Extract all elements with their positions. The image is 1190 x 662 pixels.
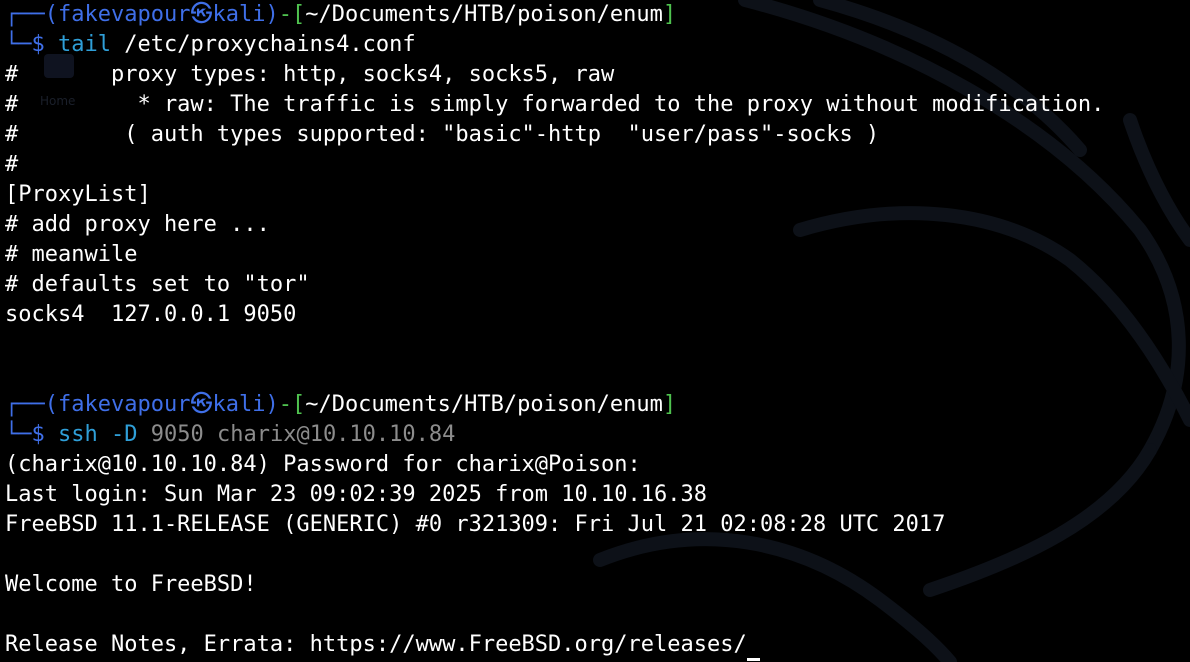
prompt-at-symbol: ㉿ bbox=[190, 2, 213, 27]
prompt-close-paren: ) bbox=[265, 392, 279, 417]
prompt-open-bracket: [ bbox=[291, 392, 306, 417]
prompt-path: ~/Documents/HTB/poison/enum bbox=[305, 392, 663, 417]
output-line: [ProxyList] bbox=[5, 182, 151, 207]
prompt-open-paren: ( bbox=[44, 392, 58, 417]
command-name: tail bbox=[58, 32, 111, 57]
output-line-text: Release Notes, Errata: https://www.FreeB… bbox=[5, 632, 747, 657]
output-line: FreeBSD 11.1-RELEASE (GENERIC) #0 r32130… bbox=[5, 512, 946, 537]
prompt-host: kali bbox=[212, 392, 266, 417]
command-flag: -D bbox=[97, 422, 138, 447]
command-line-1: └─$ tail /etc/proxychains4.conf bbox=[5, 30, 1185, 60]
prompt-dollar: $ bbox=[31, 422, 58, 447]
output-line: # proxy types: http, socks4, socks5, raw bbox=[5, 62, 615, 87]
prompt-close-paren: ) bbox=[265, 2, 279, 27]
output-line: # defaults set to "tor" bbox=[5, 272, 310, 297]
prompt-close-bracket: ] bbox=[662, 2, 677, 27]
output-line: # bbox=[5, 152, 19, 177]
terminal-output: ┌──(fakevapour㉿kali)-[~/Documents/HTB/po… bbox=[5, 0, 1185, 661]
prompt-dash: - bbox=[278, 2, 292, 27]
prompt-dash: - bbox=[278, 392, 292, 417]
output-line: # * raw: The traffic is simply forwarded… bbox=[5, 92, 1105, 117]
output-line: (charix@10.10.10.84) Password for charix… bbox=[5, 452, 641, 477]
prompt-corner-top: ┌── bbox=[5, 2, 45, 27]
prompt-host: kali bbox=[212, 2, 266, 27]
prompt-open-bracket: [ bbox=[291, 2, 306, 27]
command-name: ssh bbox=[58, 422, 98, 447]
prompt-corner-bottom: └─ bbox=[5, 422, 32, 447]
command-target: charix@10.10.10.84 bbox=[203, 422, 456, 447]
prompt-open-paren: ( bbox=[44, 2, 58, 27]
prompt-user: fakevapour bbox=[58, 392, 191, 417]
command-line-2: └─$ ssh -D 9050 charix@10.10.10.84 bbox=[5, 420, 1185, 450]
output-line: Welcome to FreeBSD! bbox=[5, 572, 257, 597]
last-output-line[interactable]: Release Notes, Errata: https://www.FreeB… bbox=[5, 630, 1185, 661]
prompt-line-2: ┌──(fakevapour㉿kali)-[~/Documents/HTB/po… bbox=[5, 390, 1185, 420]
prompt-close-bracket: ] bbox=[662, 392, 677, 417]
prompt-line-1: ┌──(fakevapour㉿kali)-[~/Documents/HTB/po… bbox=[5, 0, 1185, 30]
prompt-dollar: $ bbox=[31, 32, 58, 57]
prompt-user: fakevapour bbox=[58, 2, 191, 27]
prompt-corner-top: ┌── bbox=[5, 392, 45, 417]
command-args: /etc/proxychains4.conf bbox=[110, 32, 416, 57]
terminal-window[interactable]: Home ┌──(fakevapour㉿kali)-[~/Documents/H… bbox=[0, 0, 1190, 662]
prompt-path: ~/Documents/HTB/poison/enum bbox=[305, 2, 663, 27]
text-cursor bbox=[746, 658, 760, 661]
output-line: # add proxy here ... bbox=[5, 212, 270, 237]
output-line: # meanwile bbox=[5, 242, 138, 267]
output-line: Last login: Sun Mar 23 09:02:39 2025 fro… bbox=[5, 482, 707, 507]
prompt-corner-bottom: └─ bbox=[5, 32, 32, 57]
command-port: 9050 bbox=[137, 422, 204, 447]
output-line: socks4 127.0.0.1 9050 bbox=[5, 302, 297, 327]
prompt-at-symbol: ㉿ bbox=[190, 392, 213, 417]
output-line: # ( auth types supported: "basic"-http "… bbox=[5, 122, 880, 147]
